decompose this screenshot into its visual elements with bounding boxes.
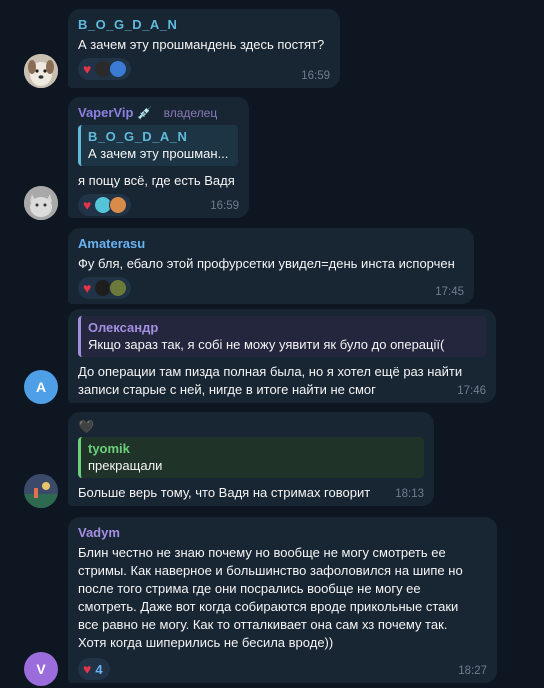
message-text-line: после того стрима где они посрались вооб… (78, 581, 421, 596)
author-name[interactable]: Amaterasu (78, 235, 464, 252)
message-text-line: записи старые с ней, нигде в итоге найти… (78, 382, 376, 397)
author-name[interactable]: VaperVip 💉 владелец (78, 104, 239, 122)
message-text-line: стримы. Как наверное и большинство зафол… (78, 563, 463, 578)
reply-author: tyomik (88, 441, 130, 456)
avatar-letter: A (35, 379, 47, 395)
black-heart-icon: 🖤 (78, 419, 95, 434)
user-avatar[interactable] (24, 186, 58, 220)
landscape-avatar-icon (24, 474, 58, 508)
reply-quote[interactable]: B_O_G_D_A_N А зачем эту прошман... (78, 125, 238, 166)
author-name[interactable]: Vadym (78, 524, 487, 541)
reply-text: Якщо зараз так, я собі не можу уявити як… (88, 337, 445, 352)
message-text: Больше верь тому, что Вадя на стримах го… (78, 485, 371, 500)
syringe-icon: 💉 (137, 106, 152, 120)
heart-reaction[interactable]: ♥ 4 (78, 658, 110, 680)
message-time: 17:46 (457, 385, 486, 397)
message-bubble[interactable]: VaperVip 💉 владелец B_O_G_D_A_N А зачем … (68, 97, 249, 218)
message-time: 18:27 (458, 665, 487, 677)
heart-icon: ♥ (83, 61, 92, 77)
reactor-avatar (109, 279, 128, 297)
cat-avatar-icon (24, 186, 58, 220)
reaction-count: 4 (95, 661, 103, 677)
message-time: 18:13 (395, 488, 424, 500)
heart-reaction[interactable]: ♥ (78, 194, 132, 216)
reply-author: Олександр (88, 320, 159, 335)
reply-text: прекращали (88, 458, 163, 473)
message-text: Блин честно не знаю почему но вообще не … (78, 544, 487, 652)
heart-icon: ♥ (83, 661, 92, 677)
reply-text: А зачем эту прошман... (88, 146, 229, 161)
reply-quote[interactable]: tyomik прекращали (78, 437, 424, 478)
message-text: я пощу всё, где есть Вадя (78, 173, 235, 188)
reactor-avatar (109, 60, 128, 78)
message-time: 16:59 (301, 70, 330, 82)
dog-avatar-icon (24, 54, 58, 88)
message-bubble[interactable]: Amaterasu Фу бля, ебало этой профурсетки… (68, 228, 474, 304)
user-avatar[interactable]: V (24, 652, 58, 686)
author-name-text[interactable]: VaperVip (78, 105, 133, 120)
user-avatar[interactable]: A (24, 370, 58, 404)
reactions: ♥ 4 (78, 658, 487, 680)
message-text-line: До операции там пизда полная была, но я … (78, 364, 463, 379)
message-text-line: Хотя когда шиперились не бесила вроде)) (78, 635, 334, 650)
message-time: 17:45 (435, 286, 464, 298)
chat-history[interactable]: B_O_G_D_A_N А зачем эту прошмандень здес… (0, 0, 544, 688)
author-name[interactable]: B_O_G_D_A_N (78, 16, 330, 33)
heart-reaction[interactable]: ♥ (78, 58, 132, 80)
message-bubble[interactable]: Олександр Якщо зараз так, я собі не можу… (68, 309, 496, 403)
message-bubble[interactable]: 🖤 tyomik прекращали Больше верь тому, чт… (68, 412, 434, 506)
user-avatar[interactable] (24, 474, 58, 508)
message-bubble[interactable]: Vadym Блин честно не знаю почему но вооб… (68, 517, 497, 683)
heart-icon: ♥ (83, 280, 92, 296)
avatar-letter: V (36, 661, 46, 677)
message-text-line: смотреть. Даже вот когда собираются врод… (78, 599, 459, 614)
heart-icon: ♥ (83, 197, 92, 213)
reactor-avatar (109, 196, 128, 214)
reactions: ♥ (78, 58, 330, 80)
reactions: ♥ (78, 277, 464, 299)
admin-badge: владелец (163, 106, 218, 120)
message-text-line: Блин честно не знаю почему но вообще не … (78, 545, 446, 560)
message-bubble[interactable]: B_O_G_D_A_N А зачем эту прошмандень здес… (68, 9, 340, 88)
reply-author: B_O_G_D_A_N (88, 129, 188, 144)
heart-reaction[interactable]: ♥ (78, 277, 132, 299)
user-avatar[interactable] (24, 54, 58, 88)
message-text-line: все равно не могу. Как то отталкивает он… (78, 617, 448, 632)
reply-quote[interactable]: Олександр Якщо зараз так, я собі не можу… (78, 316, 486, 357)
message-text: А зачем эту прошмандень здесь постят? (78, 37, 325, 52)
message-text: Фу бля, ебало этой профурсетки увидел=де… (78, 256, 455, 271)
message-time: 16:59 (210, 200, 239, 212)
